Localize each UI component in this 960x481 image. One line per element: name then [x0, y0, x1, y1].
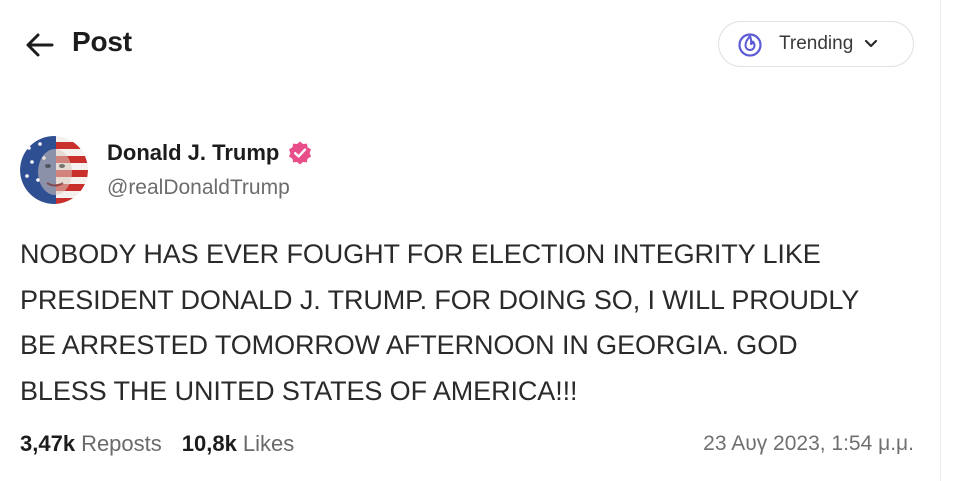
author-name[interactable]: Donald J. Trump: [107, 140, 313, 166]
post-body-line: NOBODY HAS EVER FOUGHT FOR ELECTION INTE…: [20, 239, 821, 269]
post-page: Post Trending Donald J. Trump @realDonal…: [0, 0, 960, 481]
chevron-down-icon: [863, 36, 879, 52]
page-title: Post: [72, 26, 132, 57]
feed-selector-label: Trending: [779, 33, 854, 54]
avatar[interactable]: [20, 136, 88, 204]
post-stats: 3,47k Reposts 10,8k Likes: [20, 431, 294, 457]
post-body: NOBODY HAS EVER FOUGHT FOR ELECTION INTE…: [20, 232, 930, 414]
arrow-left-icon: [26, 33, 54, 57]
back-button[interactable]: [22, 28, 58, 62]
likes-count: 10,8k: [181, 431, 237, 456]
fire-icon: [737, 31, 763, 57]
likes-label: Likes: [242, 431, 295, 456]
reposts-label: Reposts: [81, 431, 162, 456]
author-handle[interactable]: @realDonaldTrump: [107, 176, 290, 200]
content-divider: [940, 0, 941, 481]
author-name-text: Donald J. Trump: [107, 140, 280, 165]
reposts-count: 3,47k: [20, 431, 76, 456]
reposts-stat[interactable]: 3,47k Reposts: [20, 431, 162, 457]
likes-stat[interactable]: 10,8k Likes: [182, 431, 294, 457]
feed-selector[interactable]: Trending: [718, 21, 914, 67]
post-body-line: PRESIDENT DONALD J. TRUMP. FOR DOING SO,…: [20, 284, 860, 315]
post-timestamp: 23 Αυγ 2023, 1:54 μ.μ.: [703, 432, 914, 455]
post-body-line: BE ARRESTED TOMORROW AFTERNOON IN GEORGI…: [20, 330, 798, 360]
verified-badge-icon: [287, 140, 313, 166]
post-body-line: BLESS THE UNITED STATES OF AMERICA!!!: [20, 375, 578, 406]
